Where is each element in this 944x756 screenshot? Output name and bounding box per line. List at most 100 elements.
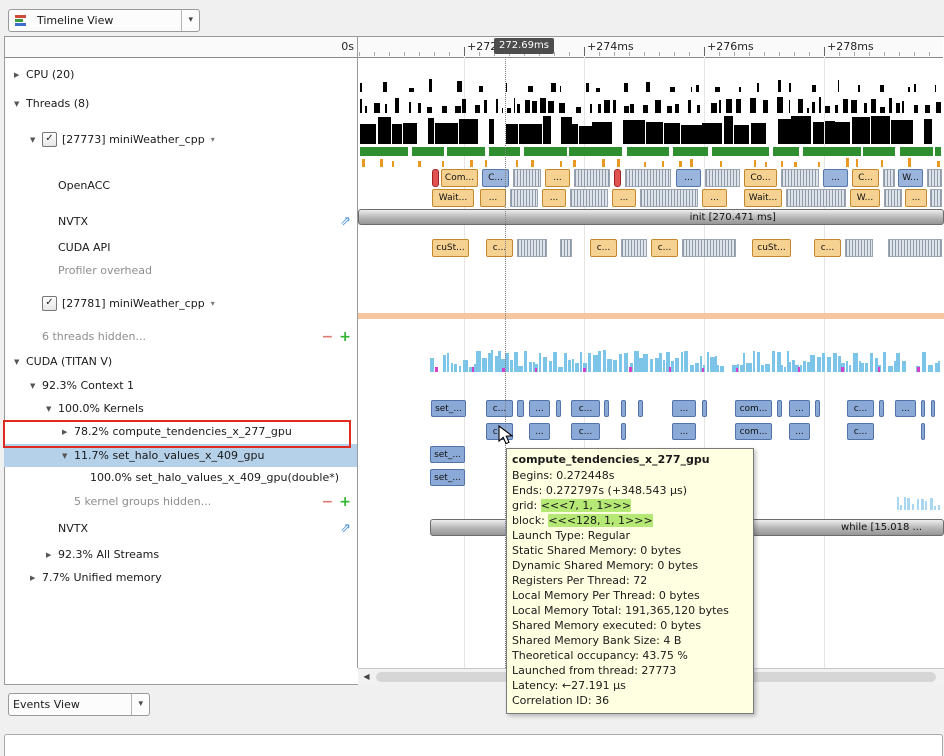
tree-collapse-arrow-icon[interactable]: ▼	[30, 382, 42, 390]
view-selector-dropdown[interactable]: Timeline View ▾	[8, 9, 200, 32]
tree-collapse-arrow-icon[interactable]: ▼	[14, 358, 26, 366]
tree-collapse-arrow-icon[interactable]: ▼	[30, 136, 42, 144]
openacc-row-2-segment[interactable]: Wait...	[432, 189, 474, 207]
kernels-row-segment[interactable]: ...	[789, 400, 810, 417]
compute-tendencies-row-segment[interactable]	[921, 423, 925, 440]
tree-row-100-0-set-halo-values-x-409-gpu-double[interactable]: 100.0% set_halo_values_x_409_gpu(double*…	[4, 466, 357, 489]
openacc-row-1-segment[interactable]: ...	[676, 169, 701, 187]
set-halo-child-row-segment[interactable]: set_...	[430, 469, 465, 486]
openacc-row-1-segment[interactable]: C...	[852, 169, 879, 187]
openacc-row-1-segment[interactable]: Co...	[744, 169, 777, 187]
cuda-api-row-segment[interactable]: c...	[814, 239, 841, 257]
kernels-row-segment[interactable]	[921, 400, 925, 417]
kernels-row-segment[interactable]	[638, 400, 643, 417]
openacc-row-1-segment[interactable]	[432, 169, 439, 187]
kernels-row-segment[interactable]: c...	[486, 400, 513, 417]
openacc-row-2-segment[interactable]: Wait...	[744, 189, 782, 207]
kernels-row-segment[interactable]	[556, 400, 561, 417]
process-options-caret-icon[interactable]: ▾	[211, 299, 215, 308]
tree-row-profiler-overhead[interactable]: Profiler overhead	[4, 259, 357, 282]
compute-tendencies-row-segment[interactable]: ...	[789, 423, 810, 440]
tree-row-27773-miniweather-cpp[interactable]: ▼✓[27773] miniWeather_cpp▾	[4, 128, 357, 151]
tree-row-92-3-context-1[interactable]: ▼92.3% Context 1	[4, 374, 357, 397]
kernels-row-segment[interactable]: c...	[571, 400, 600, 417]
openacc-row-1-segment[interactable]	[927, 169, 942, 187]
cuda-api-row-segment[interactable]: c...	[486, 239, 513, 257]
kernels-row-segment[interactable]: ...	[529, 400, 550, 417]
cuda-api-row-segment[interactable]	[560, 239, 572, 257]
tree-expand-arrow-icon[interactable]: ▶	[46, 551, 58, 559]
tree-collapse-arrow-icon[interactable]: ▼	[62, 452, 74, 460]
tree-row-threads-8[interactable]: ▼Threads (8)	[4, 92, 357, 115]
kernels-row-segment[interactable]	[931, 400, 935, 417]
events-view-dropdown[interactable]: Events View ▾	[8, 693, 150, 716]
show-fewer-rows-button[interactable]: −	[322, 495, 334, 509]
openacc-row-1-segment[interactable]: Com...	[441, 169, 478, 187]
openacc-row-1-segment[interactable]: ...	[823, 169, 848, 187]
tree-collapse-arrow-icon[interactable]: ▼	[14, 100, 26, 108]
kernels-row-segment[interactable]: ...	[672, 400, 696, 417]
cuda-api-row-segment[interactable]: c...	[590, 239, 617, 257]
cuda-api-row-segment[interactable]	[888, 239, 942, 257]
openacc-row-2-segment[interactable]: ...	[480, 189, 506, 207]
tree-collapse-arrow-icon[interactable]: ▼	[46, 405, 58, 413]
openacc-row-2-segment[interactable]	[570, 189, 608, 207]
tree-row-nvtx[interactable]: NVTX⇗	[4, 210, 357, 233]
row-visibility-checkbox[interactable]: ✓	[42, 296, 57, 311]
tree-row-78-2-compute-tendencies-x-277-gpu[interactable]: ▶78.2% compute_tendencies_x_277_gpu	[4, 420, 357, 443]
compute-tendencies-row-segment[interactable]: com...	[735, 423, 772, 440]
openacc-row-1-segment[interactable]	[705, 169, 740, 187]
openacc-row-2-segment[interactable]: W...	[850, 189, 880, 207]
cuda-api-row-segment[interactable]	[517, 239, 547, 257]
kernels-row-segment[interactable]: c...	[847, 400, 874, 417]
openacc-row-2-segment[interactable]: ...	[542, 189, 566, 207]
tree-row-27781-miniweather-cpp[interactable]: ✓[27781] miniWeather_cpp▾	[4, 292, 357, 315]
openacc-row-2-segment[interactable]: ...	[905, 189, 927, 207]
openacc-row-1-segment[interactable]	[781, 169, 819, 187]
openacc-row-2-segment[interactable]	[786, 189, 846, 207]
kernels-row-segment[interactable]: ...	[895, 400, 916, 417]
nvtx-thread-row-segment[interactable]: init [270.471 ms]	[358, 209, 944, 225]
openacc-row-2-segment[interactable]	[930, 189, 942, 207]
kernels-row-segment[interactable]	[517, 400, 524, 417]
show-more-rows-button[interactable]: +	[339, 495, 351, 509]
cuda-api-row-segment[interactable]: cuSt...	[432, 239, 469, 257]
row-visibility-checkbox[interactable]: ✓	[42, 132, 57, 147]
openacc-row-2-segment[interactable]	[884, 189, 902, 207]
process-options-caret-icon[interactable]: ▾	[211, 135, 215, 144]
tree-row-cpu-20[interactable]: ▶CPU (20)	[4, 63, 357, 86]
openacc-row-1-segment[interactable]	[625, 169, 671, 187]
openacc-row-1-segment[interactable]	[883, 169, 895, 187]
cuda-api-row-segment[interactable]: cuSt...	[752, 239, 791, 257]
kernels-row-segment[interactable]: set_...	[431, 400, 466, 417]
expand-row-icon[interactable]: ⇗	[340, 214, 351, 229]
compute-tendencies-row-segment[interactable]: ...	[672, 423, 696, 440]
compute-tendencies-row-segment[interactable]: ...	[529, 423, 550, 440]
cuda-api-row-segment[interactable]: c...	[651, 239, 678, 257]
tree-row-6-threads-hidden[interactable]: 6 threads hidden...−+	[4, 325, 357, 348]
kernels-row-segment[interactable]: com...	[735, 400, 772, 417]
cuda-api-row-segment[interactable]	[845, 239, 873, 257]
cuda-api-row-segment[interactable]	[621, 239, 647, 257]
openacc-row-1-segment[interactable]: W...	[898, 169, 923, 187]
tree-expand-arrow-icon[interactable]: ▶	[14, 71, 26, 79]
openacc-row-1-segment[interactable]	[574, 169, 610, 187]
openacc-row-2-segment[interactable]: ...	[612, 189, 636, 207]
kernels-row-segment[interactable]	[879, 400, 884, 417]
openacc-row-1-segment[interactable]	[614, 169, 621, 187]
kernels-row-segment[interactable]	[777, 400, 782, 417]
tree-row-openacc[interactable]: OpenACC	[4, 174, 357, 197]
tree-expand-arrow-icon[interactable]: ▶	[30, 574, 42, 582]
expand-row-icon[interactable]: ⇗	[340, 521, 351, 536]
show-fewer-rows-button[interactable]: −	[322, 330, 334, 344]
cuda-api-row-segment[interactable]	[682, 239, 736, 257]
kernels-row-segment[interactable]	[815, 400, 820, 417]
kernels-row-segment[interactable]	[702, 400, 707, 417]
tree-row-100-0-kernels[interactable]: ▼100.0% Kernels	[4, 397, 357, 420]
compute-tendencies-row-segment[interactable]: c...	[571, 423, 600, 440]
show-more-rows-button[interactable]: +	[339, 330, 351, 344]
kernels-row-segment[interactable]	[604, 400, 609, 417]
openacc-row-2-segment[interactable]	[510, 189, 538, 207]
tree-row-11-7-set-halo-values-x-409-gpu[interactable]: ▼11.7% set_halo_values_x_409_gpu	[4, 444, 357, 467]
set-halo-row-segment[interactable]: set_...	[430, 446, 465, 463]
